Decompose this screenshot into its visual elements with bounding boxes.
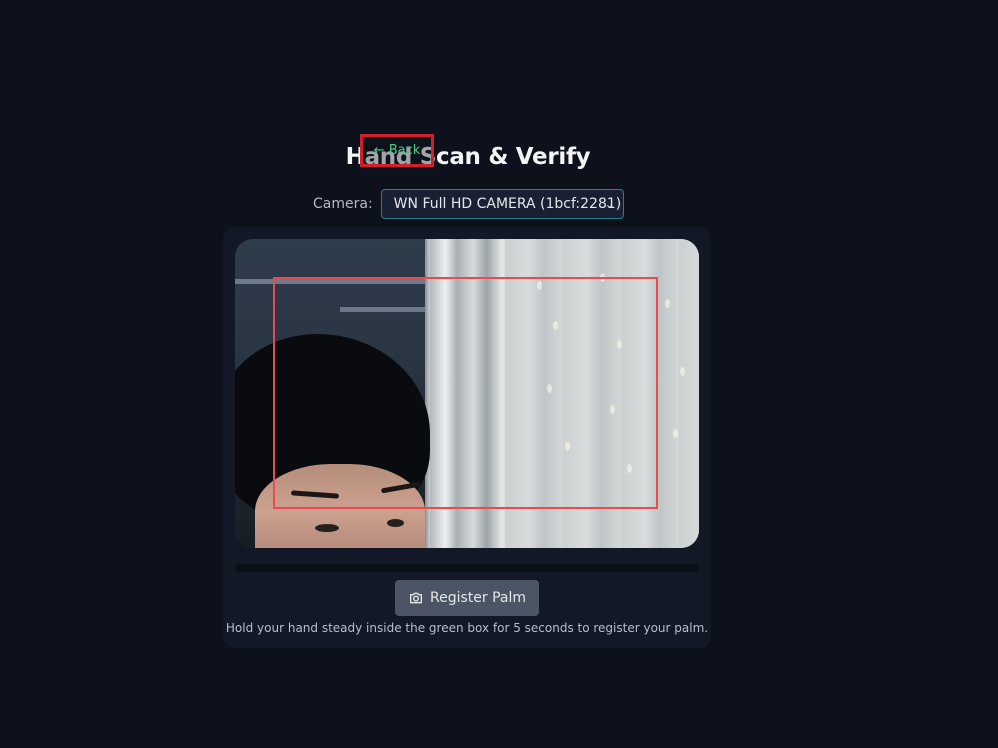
camera-selector-row: Camera: WN Full HD CAMERA (1bcf:2281) ⌄ <box>313 189 624 219</box>
curtain-pattern-dot <box>680 367 685 376</box>
camera-label: Camera: <box>313 196 373 212</box>
curtain-pattern-dot <box>673 429 678 438</box>
camera-selected-value: WN Full HD CAMERA (1bcf:2281) <box>393 196 622 212</box>
register-palm-button[interactable]: Register Palm <box>395 580 539 616</box>
chevron-down-icon: ⌄ <box>604 197 615 211</box>
register-palm-label: Register Palm <box>429 590 526 606</box>
right-eye <box>387 519 404 527</box>
camera-icon <box>409 592 422 604</box>
hand-scan-page: Hand Scan & Verify ← Back Camera: WN Ful… <box>0 0 998 748</box>
camera-select[interactable]: WN Full HD CAMERA (1bcf:2281) ⌄ <box>380 189 624 219</box>
instruction-text: Hold your hand steady inside the green b… <box>225 621 709 635</box>
registration-progress-bar <box>235 564 699 572</box>
palm-scan-box <box>273 277 658 509</box>
left-eye <box>315 524 339 532</box>
curtain-pattern-dot <box>665 299 670 308</box>
scan-panel: Register Palm Hold your hand steady insi… <box>223 227 711 648</box>
title-container: Hand Scan & Verify <box>0 142 936 172</box>
back-link[interactable]: ← Back <box>360 134 434 167</box>
camera-preview <box>235 239 699 548</box>
back-label: ← Back <box>373 143 421 158</box>
